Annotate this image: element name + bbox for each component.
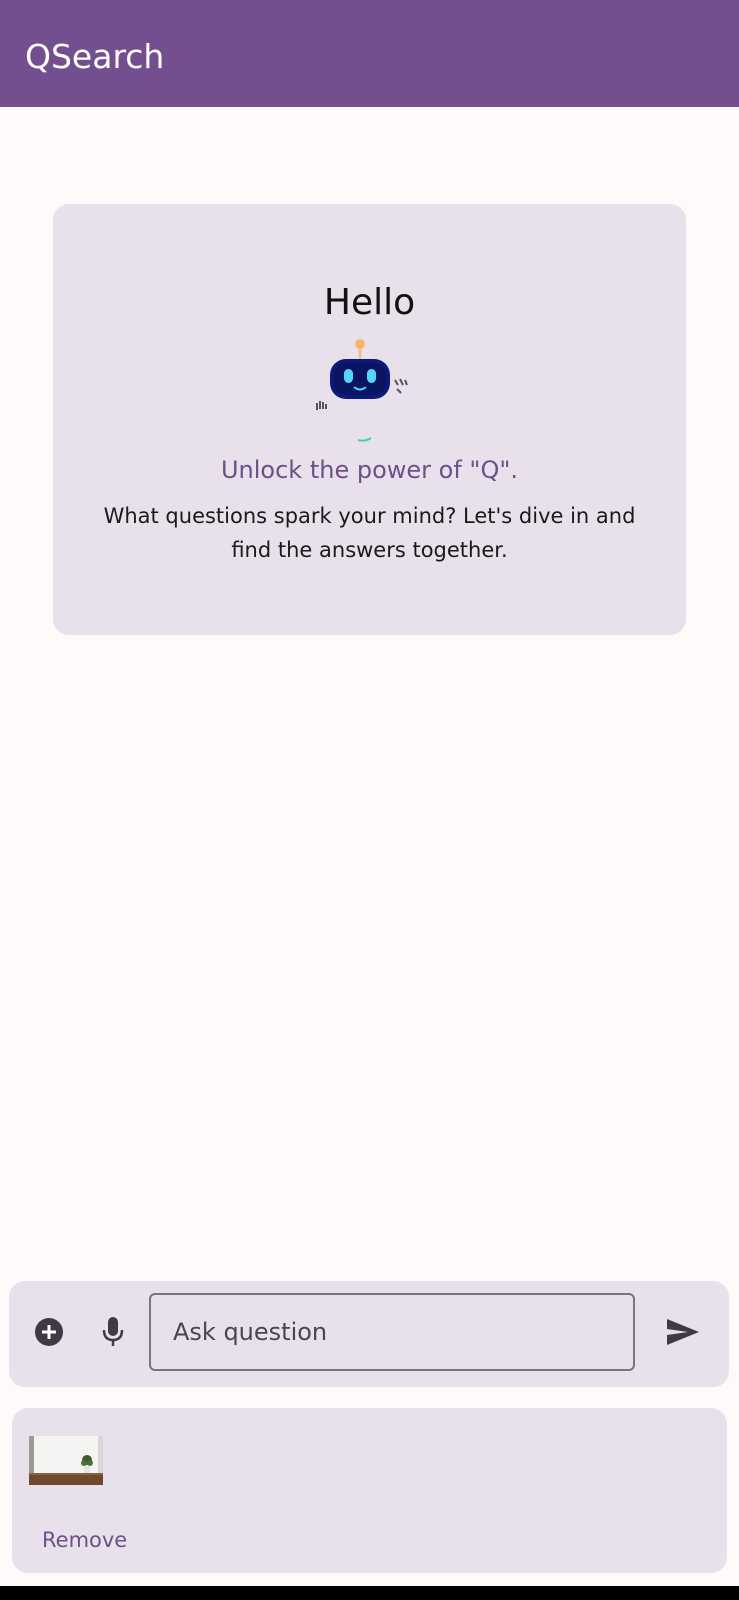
add-circle-icon: [34, 1317, 64, 1351]
welcome-description: What questions spark your mind? Let's di…: [103, 504, 636, 562]
add-attachment-button[interactable]: [29, 1314, 69, 1354]
image-thumbnail[interactable]: [29, 1436, 103, 1485]
voice-input-button[interactable]: [93, 1314, 133, 1354]
question-input[interactable]: [149, 1293, 635, 1371]
remove-attachment-button[interactable]: Remove: [42, 1528, 127, 1552]
composer-bar: [9, 1281, 729, 1387]
welcome-card: Hello Unlock the power of "Q". What ques…: [53, 204, 686, 635]
system-navigation-bar: [0, 1586, 739, 1600]
attachment-panel: Remove: [12, 1408, 727, 1573]
greeting-heading: Hello: [323, 282, 416, 323]
robot-mascot-icon: [313, 337, 423, 447]
tagline: Unlock the power of "Q".: [220, 456, 519, 484]
microphone-icon: [101, 1316, 125, 1352]
app-title: QSearch: [25, 37, 165, 76]
app-bar: QSearch: [0, 0, 739, 107]
send-button[interactable]: [663, 1314, 703, 1354]
send-icon: [666, 1317, 700, 1351]
